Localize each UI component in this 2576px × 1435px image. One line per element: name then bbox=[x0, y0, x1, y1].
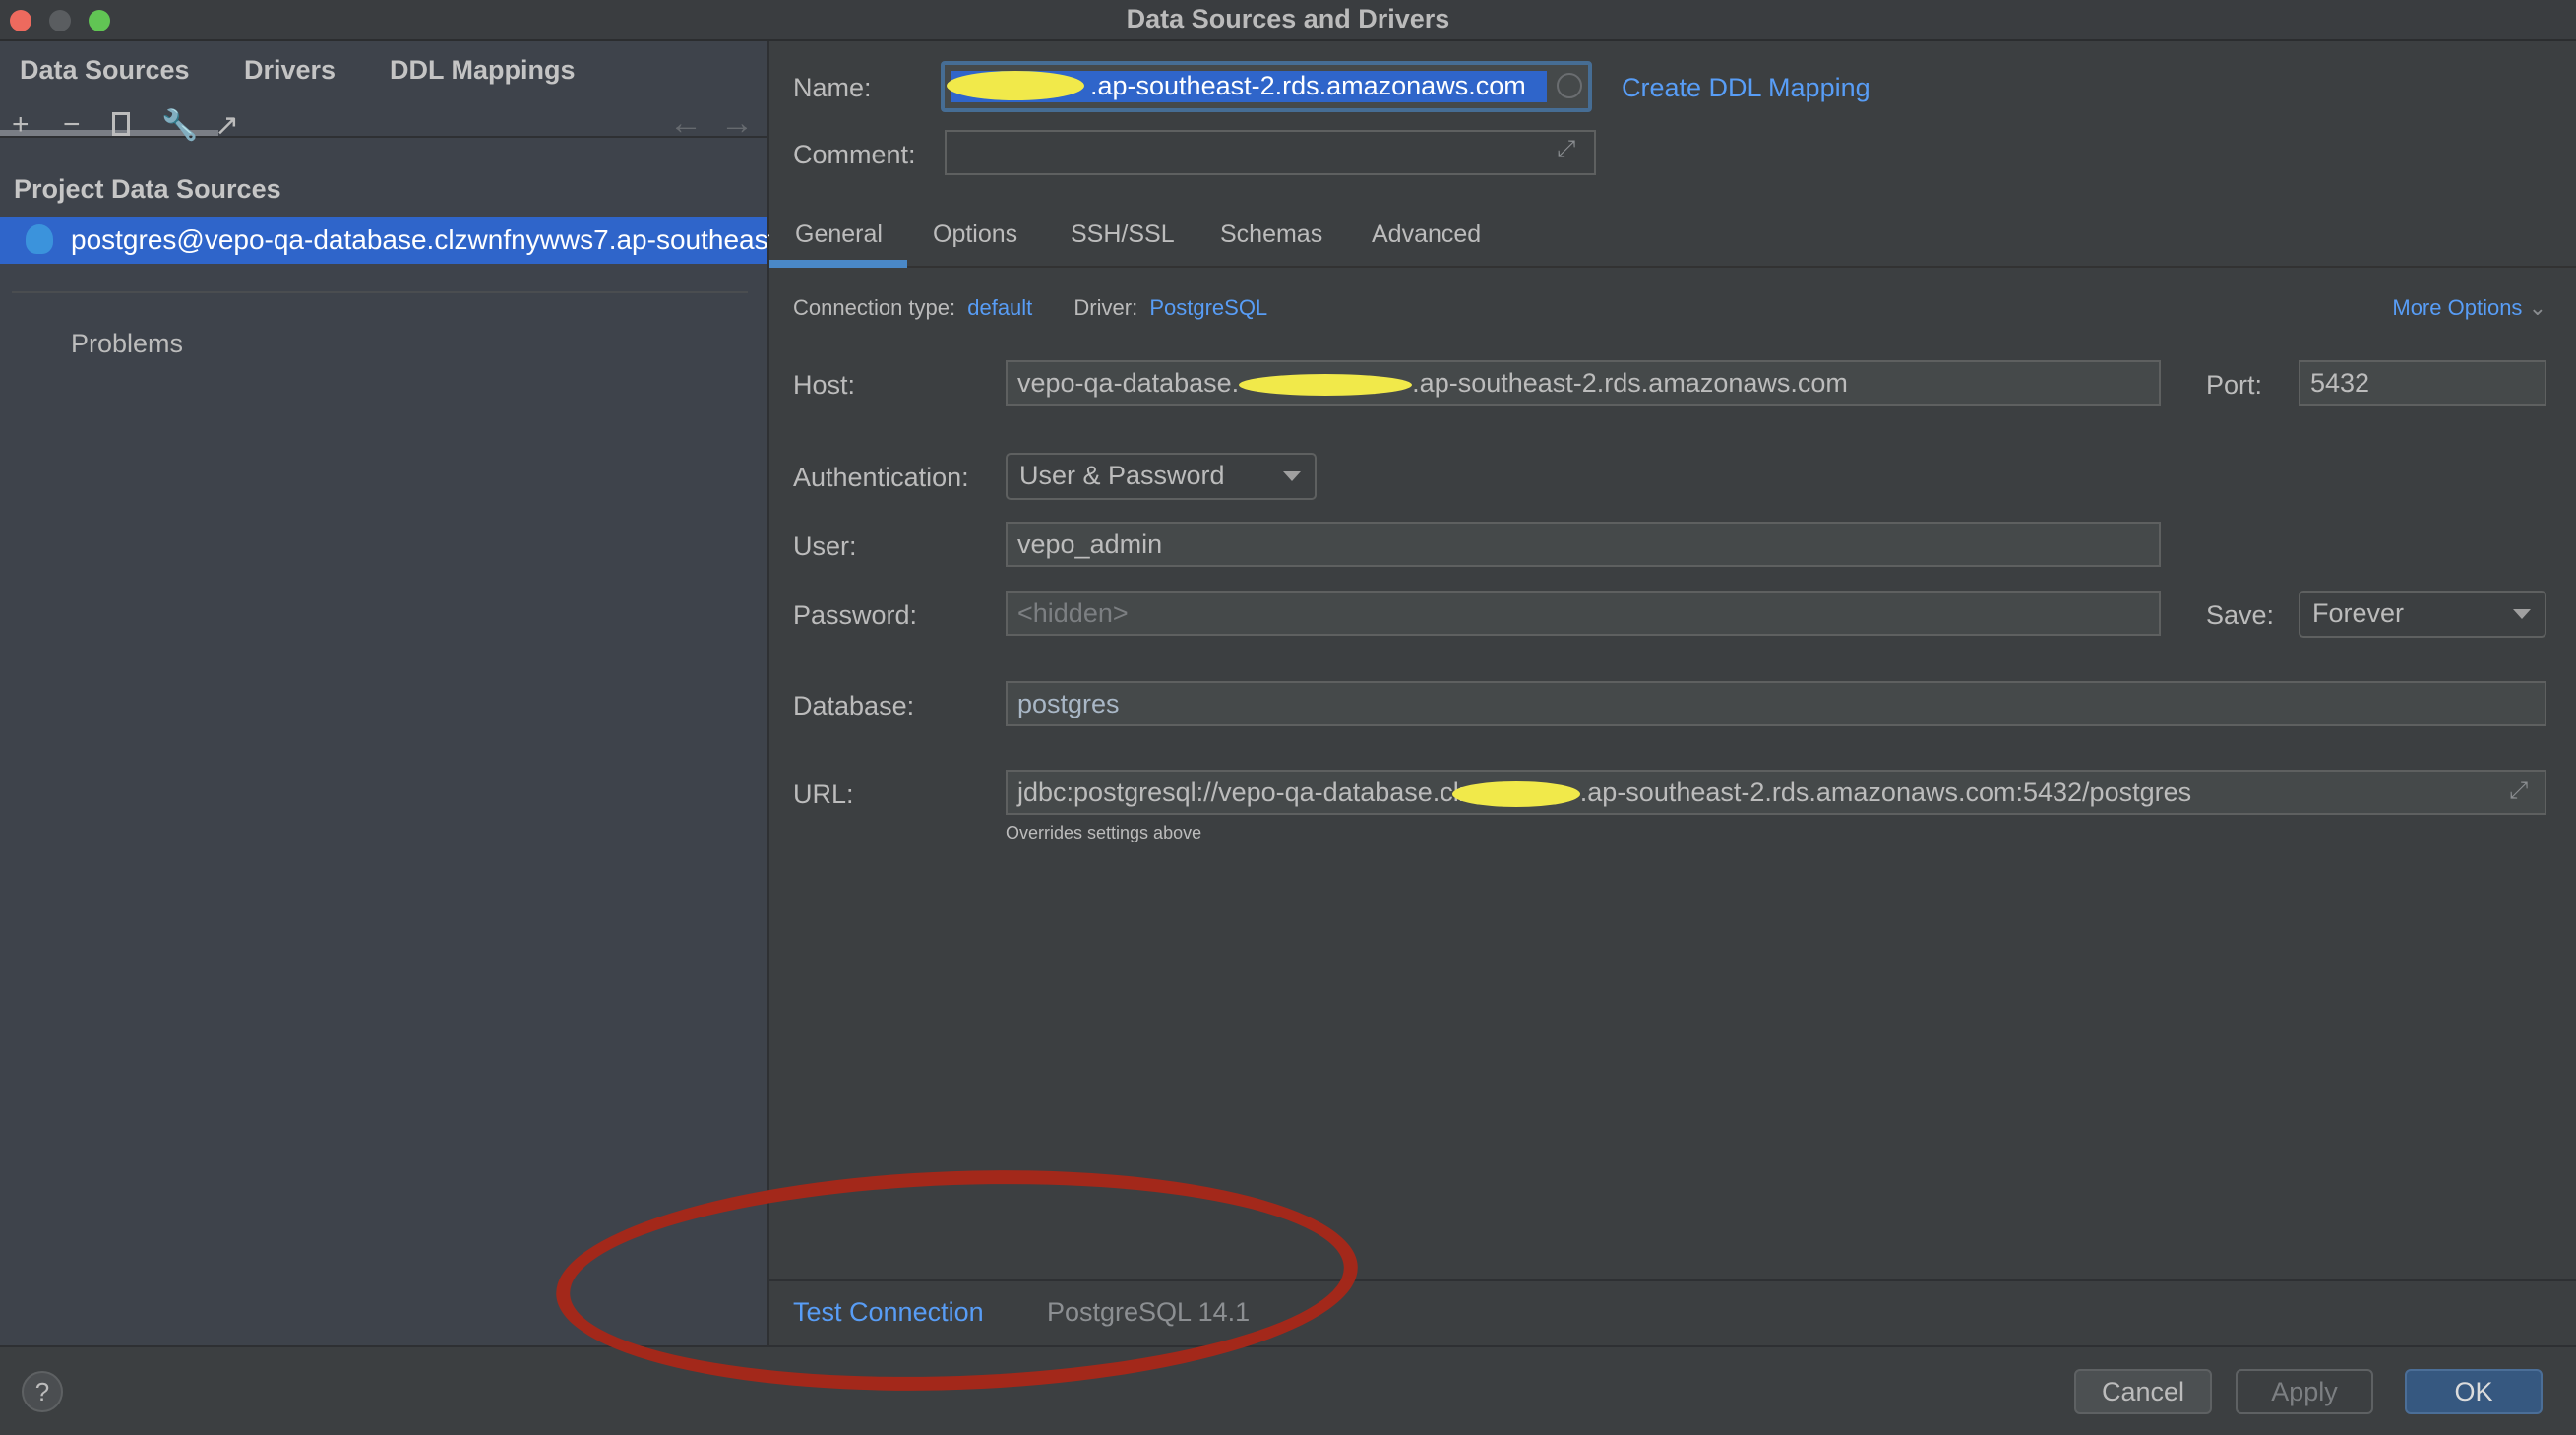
redaction-mark bbox=[1239, 373, 1413, 396]
tab-ssh-ssl[interactable]: SSH/SSL bbox=[1071, 220, 1175, 249]
authentication-dropdown[interactable]: User & Password bbox=[1006, 453, 1317, 500]
postgres-elephant-icon bbox=[26, 224, 53, 254]
host-value-prefix: vepo-qa-database. bbox=[1017, 368, 1240, 398]
caret-down-icon bbox=[2513, 609, 2531, 619]
tab-advanced[interactable]: Advanced bbox=[1372, 220, 1481, 249]
url-value-prefix: jdbc:postgresql://vepo-qa-database.clzw bbox=[1017, 778, 1492, 807]
url-value-suffix: .ap-southeast-2.rds.amazonaws.com:5432/p… bbox=[1579, 778, 2192, 807]
tab-divider bbox=[769, 266, 2576, 268]
connection-type-label: Connection type: bbox=[793, 295, 956, 320]
tab-data-sources[interactable]: Data Sources bbox=[20, 55, 190, 86]
create-ddl-mapping-link[interactable]: Create DDL Mapping bbox=[1622, 73, 1871, 103]
tab-schemas[interactable]: Schemas bbox=[1220, 220, 1322, 249]
host-input[interactable]: vepo-qa-database. .ap-southeast-2.rds.ama… bbox=[1006, 360, 2161, 406]
help-button[interactable]: ? bbox=[22, 1371, 63, 1412]
data-source-item[interactable]: postgres@vepo-qa-database.clzwnfnywws7.a… bbox=[0, 217, 1061, 264]
more-options-link[interactable]: More Options ⌄ bbox=[2392, 295, 2546, 321]
tab-divider bbox=[0, 136, 767, 138]
problems-item[interactable]: Problems bbox=[71, 329, 183, 359]
cancel-button[interactable]: Cancel bbox=[2074, 1369, 2212, 1414]
port-input[interactable]: 5432 bbox=[2299, 360, 2546, 406]
connection-type-row: Connection type: default Driver: Postgre… bbox=[793, 295, 1267, 321]
name-input[interactable]: .ap-southeast-2.rds.amazonaws.com bbox=[941, 61, 1592, 112]
back-arrow-icon[interactable]: ← bbox=[669, 104, 703, 143]
expand-icon[interactable]: ⤢ bbox=[1557, 136, 1575, 163]
apply-button[interactable]: Apply bbox=[2236, 1369, 2373, 1414]
driver-link[interactable]: PostgreSQL bbox=[1149, 295, 1267, 320]
user-label: User: bbox=[793, 531, 857, 561]
tab-general[interactable]: General bbox=[795, 220, 883, 249]
active-tab-indicator bbox=[769, 260, 907, 268]
add-icon[interactable]: + bbox=[12, 108, 30, 142]
separator bbox=[12, 291, 748, 293]
forward-arrow-icon[interactable]: → bbox=[720, 104, 754, 143]
chevron-down-icon: ⌄ bbox=[2528, 295, 2546, 320]
connection-type-link[interactable]: default bbox=[967, 295, 1032, 320]
database-input[interactable]: postgres bbox=[1006, 681, 2546, 726]
url-hint: Overrides settings above bbox=[1006, 823, 1202, 842]
tab-options[interactable]: Options bbox=[933, 220, 1017, 249]
remove-icon[interactable]: − bbox=[63, 108, 81, 142]
password-label: Password: bbox=[793, 600, 918, 630]
window-title: Data Sources and Drivers bbox=[1126, 4, 1450, 33]
save-dropdown[interactable]: Forever bbox=[2299, 591, 2546, 638]
title-bar: Data Sources and Drivers bbox=[0, 0, 2576, 41]
authentication-value: User & Password bbox=[1019, 461, 1225, 490]
url-label: URL: bbox=[793, 780, 854, 809]
url-input[interactable]: jdbc:postgresql://vepo-qa-database.clzw.… bbox=[1006, 770, 2546, 815]
host-label: Host: bbox=[793, 370, 856, 400]
name-value: .ap-southeast-2.rds.amazonaws.com bbox=[1090, 71, 1526, 100]
left-panel: Data Sources Drivers DDL Mappings + − 🔧 … bbox=[0, 41, 1061, 1345]
duplicate-icon[interactable] bbox=[112, 112, 130, 136]
user-input[interactable]: vepo_admin bbox=[1006, 522, 2161, 567]
port-label: Port: bbox=[2206, 370, 2263, 400]
redaction-mark bbox=[1451, 780, 1580, 807]
dialog-footer: ? Cancel Apply OK bbox=[0, 1345, 2576, 1435]
caret-down-icon bbox=[1283, 471, 1301, 481]
name-label: Name: bbox=[793, 73, 872, 102]
tab-ddl-mappings[interactable]: DDL Mappings bbox=[390, 55, 576, 86]
save-value: Forever bbox=[2312, 598, 2405, 628]
password-input[interactable]: <hidden> bbox=[1006, 591, 2161, 636]
comment-label: Comment: bbox=[793, 140, 916, 169]
section-title: Project Data Sources bbox=[14, 174, 281, 204]
save-label: Save: bbox=[2206, 600, 2275, 630]
tab-drivers[interactable]: Drivers bbox=[244, 55, 336, 86]
wrench-icon[interactable]: 🔧 bbox=[161, 108, 198, 143]
expand-icon[interactable]: ⤢ bbox=[2509, 778, 2528, 805]
database-label: Database: bbox=[793, 691, 915, 720]
host-value-suffix: .ap-southeast-2.rds.amazonaws.com bbox=[1412, 368, 1848, 398]
more-options-label: More Options bbox=[2392, 295, 2523, 320]
jump-to-icon[interactable]: ↗ bbox=[215, 108, 239, 143]
clear-icon[interactable] bbox=[1557, 73, 1582, 98]
redaction-mark bbox=[947, 71, 1084, 100]
ok-button[interactable]: OK bbox=[2405, 1369, 2543, 1414]
driver-label: Driver: bbox=[1073, 295, 1138, 320]
authentication-label: Authentication: bbox=[793, 463, 969, 492]
comment-input[interactable] bbox=[945, 130, 1596, 175]
right-panel: Name: .ap-southeast-2.rds.amazonaws.com … bbox=[769, 41, 2576, 1345]
